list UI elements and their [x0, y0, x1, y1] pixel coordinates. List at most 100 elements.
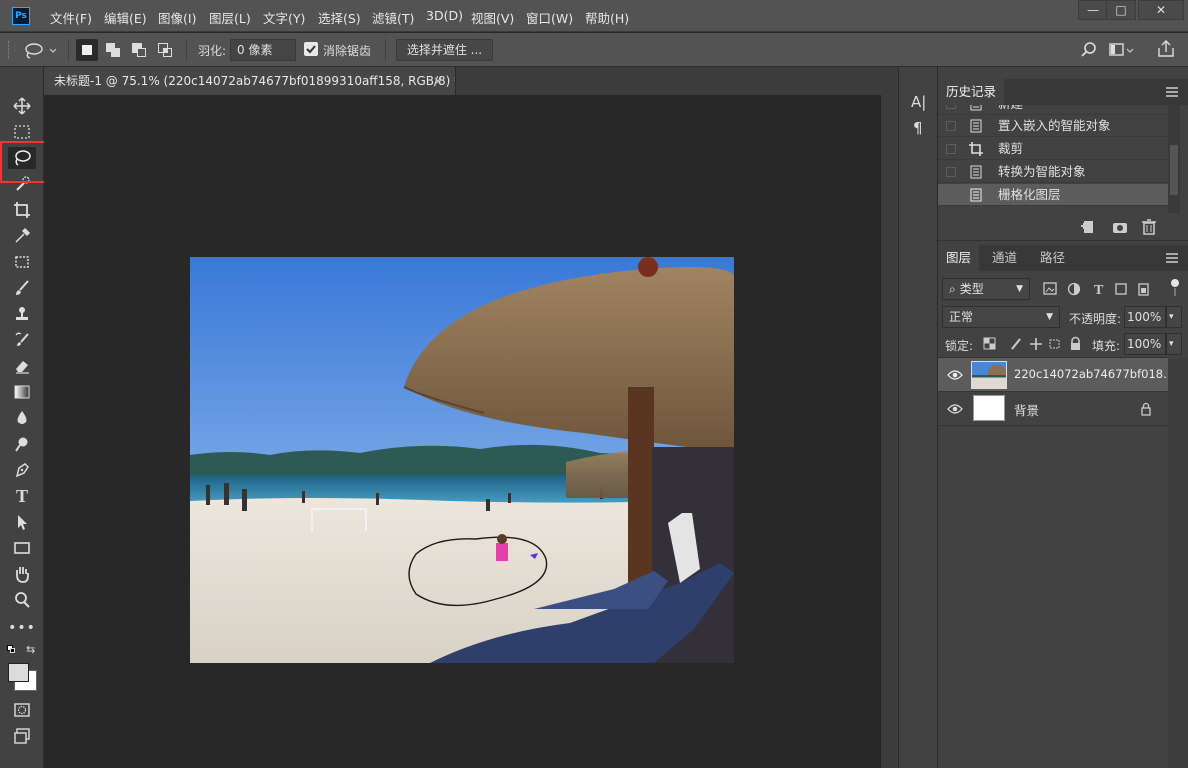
history-item[interactable]: 转换为智能对象 [938, 161, 1168, 183]
close-button[interactable]: ✕ [1138, 0, 1184, 20]
gradient-icon [14, 385, 30, 399]
rect-marquee-icon [14, 125, 30, 139]
menu-3d[interactable]: 3D(D) [426, 8, 463, 23]
gradient-tool[interactable] [8, 381, 36, 403]
tab-paths[interactable]: 路径 [1032, 245, 1073, 271]
zoom-icon [15, 592, 30, 608]
select-and-mask-button[interactable]: 选择并遮住 ... [396, 39, 493, 61]
eyedropper-icon [15, 227, 31, 243]
quick-mask-button[interactable] [8, 699, 36, 721]
search-icon[interactable] [1080, 41, 1098, 59]
dodge-tool[interactable] [8, 433, 36, 455]
menu-select[interactable]: 选择(S) [318, 8, 361, 27]
eyedropper-tool[interactable] [8, 225, 36, 247]
history-item[interactable]: 裁剪 [938, 138, 1168, 160]
history-item[interactable]: 置入嵌入的智能对象 [938, 115, 1168, 137]
camera-icon[interactable] [1112, 219, 1128, 235]
layer-filter-icons[interactable]: T [1042, 281, 1162, 297]
tab-history[interactable]: 历史记录 [938, 79, 1005, 105]
tool-preset-picker[interactable] [22, 41, 62, 61]
crop-icon [969, 142, 983, 156]
type-tool[interactable]: T [8, 485, 36, 507]
fill-input[interactable]: 100% [1124, 333, 1166, 355]
eraser-tool[interactable] [8, 355, 36, 377]
intersect-selection-button[interactable] [154, 39, 176, 61]
lock-label: 锁定: [945, 339, 974, 353]
eye-icon[interactable] [947, 403, 963, 415]
healing-tool[interactable] [8, 251, 36, 273]
lock-icons[interactable] [982, 336, 1082, 352]
rect-marquee-tool[interactable] [8, 121, 36, 143]
history-brush-icon [15, 332, 29, 346]
panel-menu-icon[interactable] [1166, 253, 1178, 263]
workspace-icon[interactable] [1108, 41, 1134, 59]
swap-colors-icon[interactable]: ⇆ [26, 643, 35, 656]
trash-icon[interactable] [1141, 219, 1157, 235]
menu-image[interactable]: 图像(I) [158, 8, 196, 27]
opacity-dropdown[interactable]: ▾ [1166, 306, 1182, 328]
fill-dropdown[interactable]: ▾ [1166, 333, 1182, 355]
add-selection-button[interactable] [102, 39, 124, 61]
antialias-checkbox[interactable] [304, 42, 318, 56]
screen-mode-button[interactable] [8, 725, 36, 747]
history-item-selected[interactable]: 栅格化图层 [938, 184, 1168, 206]
hand-tool[interactable] [8, 563, 36, 585]
chevron-down-icon: ▾ [1169, 339, 1174, 349]
character-panel-icon[interactable]: A| [911, 93, 926, 111]
menu-view[interactable]: 视图(V) [471, 8, 514, 27]
default-colors-icon[interactable] [7, 645, 15, 653]
document-tab[interactable]: 未标题-1 @ 75.1% (220c14072ab74677bf0189931… [44, 67, 456, 95]
blur-tool[interactable] [8, 407, 36, 429]
filter-toggle[interactable] [1171, 279, 1180, 297]
zoom-tool[interactable] [8, 589, 36, 611]
minimize-button[interactable]: — [1078, 0, 1108, 20]
menu-layer[interactable]: 图层(L) [209, 8, 251, 27]
crop-tool[interactable] [8, 199, 36, 221]
pen-tool[interactable] [8, 459, 36, 481]
blend-mode-dropdown[interactable]: 正常 ▼ [942, 306, 1060, 328]
maximize-button[interactable]: □ [1106, 0, 1136, 20]
layer-name: 220c14072ab74677bf018... [1014, 367, 1175, 381]
check-icon [306, 45, 316, 54]
feather-input[interactable]: 0 像素 [230, 39, 296, 61]
history-item[interactable]: 新建 [938, 105, 1168, 115]
layer-row-selected[interactable]: 220c14072ab74677bf018... [938, 358, 1174, 392]
layer-row[interactable]: 背景 [938, 392, 1168, 426]
layer-filter-dropdown[interactable]: ⌕ 类型 ▼ [942, 278, 1030, 300]
document-image[interactable] [190, 257, 734, 663]
type-icon: T [15, 485, 28, 506]
close-tab-button[interactable]: × [433, 67, 443, 95]
menu-window[interactable]: 窗口(W) [526, 8, 573, 27]
menu-file[interactable]: 文件(F) [50, 8, 92, 27]
menu-filter[interactable]: 滤镜(T) [372, 8, 414, 27]
share-icon[interactable] [1156, 39, 1176, 59]
tab-layers[interactable]: 图层 [938, 245, 980, 271]
path-select-tool[interactable] [8, 511, 36, 533]
paragraph-panel-icon[interactable]: ¶ [913, 119, 923, 137]
move-tool[interactable] [8, 95, 36, 117]
more-tools-button[interactable]: ••• [8, 617, 36, 639]
divider [385, 39, 386, 61]
layer-thumbnail [973, 395, 1005, 421]
history-tab-bar: 历史记录 [938, 79, 1188, 105]
menu-type[interactable]: 文字(Y) [263, 8, 305, 27]
stamp-tool[interactable] [8, 303, 36, 325]
panel-menu-icon[interactable] [1166, 87, 1178, 97]
path-select-icon [18, 515, 27, 530]
rectangle-icon [14, 542, 30, 554]
feather-label: 羽化: [198, 44, 227, 58]
menu-edit[interactable]: 编辑(E) [104, 8, 147, 27]
new-document-from-state-icon[interactable] [1080, 219, 1096, 235]
opacity-input[interactable]: 100% [1124, 306, 1166, 328]
history-brush-tool[interactable] [8, 329, 36, 351]
layers-tab-bar: 图层 通道 路径 [938, 245, 1188, 271]
foreground-color-swatch[interactable] [8, 663, 29, 682]
rectangle-tool[interactable] [8, 537, 36, 559]
brush-tool[interactable] [8, 277, 36, 299]
tab-channels[interactable]: 通道 [984, 245, 1025, 271]
new-selection-button[interactable] [76, 39, 98, 61]
menu-help[interactable]: 帮助(H) [585, 8, 629, 27]
eye-icon[interactable] [947, 369, 963, 381]
history-scrollbar[interactable] [1168, 105, 1180, 213]
subtract-selection-button[interactable] [128, 39, 150, 61]
